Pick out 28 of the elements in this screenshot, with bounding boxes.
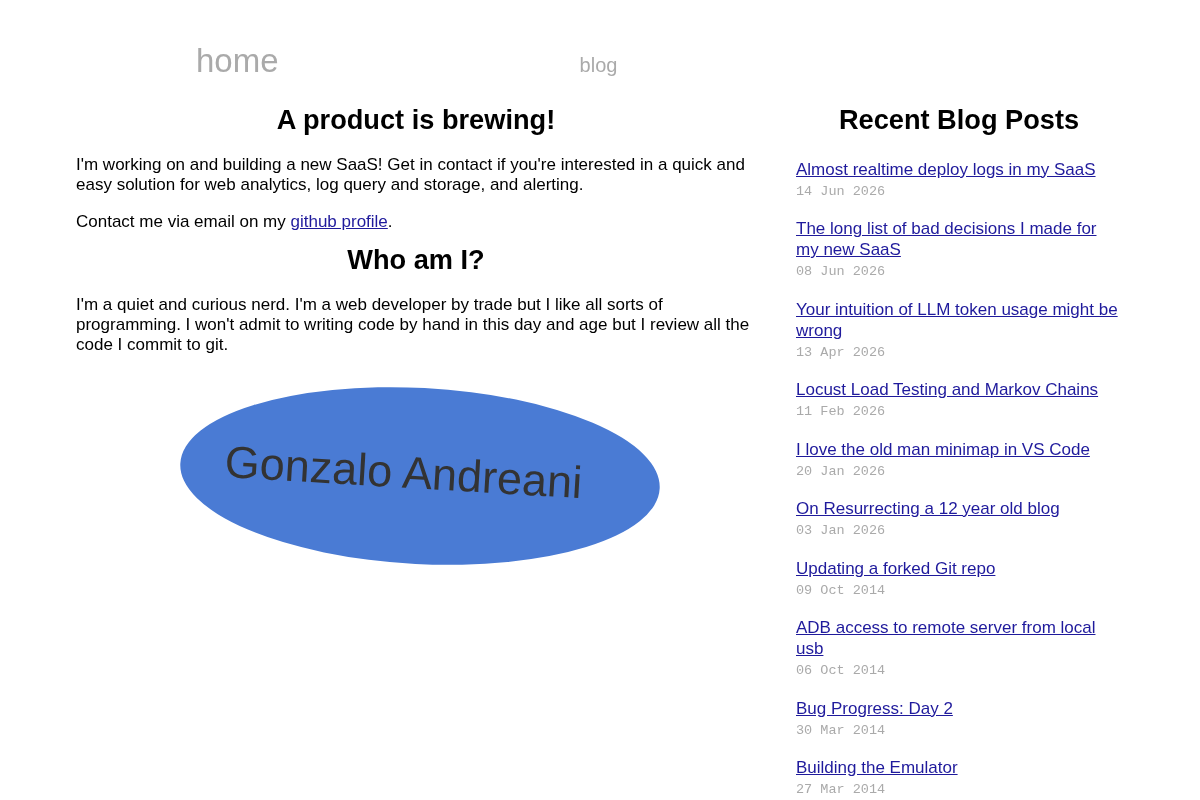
- post-link[interactable]: ADB access to remote server from local usb: [796, 617, 1122, 659]
- post-date: 30 Mar 2014: [796, 723, 886, 738]
- post-date: 20 Jan 2026: [796, 464, 886, 479]
- post-date: 13 Apr 2026: [796, 345, 886, 360]
- post-link[interactable]: Your intuition of LLM token usage might be wrong: [796, 298, 1122, 341]
- post-link[interactable]: Almost realtime deploy logs in my SaaS: [796, 158, 1096, 180]
- post-link[interactable]: Bug Progress: Day 2: [796, 697, 953, 719]
- post-link[interactable]: On Resurrecting a 12 year old blog: [796, 498, 1060, 519]
- post-link[interactable]: The long list of bad decisions I made for my new SaaS: [796, 218, 1122, 260]
- section-heading: Who am I?: [346, 244, 486, 276]
- post-link[interactable]: Updating a forked Git repo: [796, 557, 996, 579]
- section-heading: A product is brewing!: [275, 104, 557, 136]
- post-date: 11 Feb 2026: [796, 405, 886, 419]
- post-date: 09 Oct 2014: [796, 583, 886, 598]
- post-date: 03 Jan 2026: [796, 524, 886, 538]
- post-date: 27 Mar 2014: [796, 783, 886, 797]
- post-link[interactable]: I love the old man minimap in VS Code: [796, 438, 1090, 460]
- profile-link[interactable]: github profile: [290, 212, 388, 231]
- post-date: 08 Jun 2026: [796, 265, 886, 279]
- sidebar-heading: Recent Blog Posts: [837, 104, 1081, 136]
- post-link[interactable]: Building the Emulator: [796, 757, 958, 778]
- paragraph: I'm working on and building a new SaaS! Get in contact if you're interested in a quick and easy solution for web analytics, log query and storage, and alerting.: [76, 155, 746, 195]
- post-date: 06 Oct 2014: [796, 664, 886, 678]
- paragraph: Contact me via email on my github profile.: [76, 212, 394, 232]
- post-date: 14 Jun 2026: [796, 184, 886, 199]
- post-link[interactable]: Locust Load Testing and Markov Chains: [796, 379, 1099, 400]
- paragraph: I'm a quiet and curious nerd. I'm a web developer by trade but I like all sorts of programming. I won't admit to writing code by hand in this day and age but I review all the code I commit to git.: [76, 295, 751, 355]
- logo-text: Gonzalo Andreani: [223, 439, 584, 506]
